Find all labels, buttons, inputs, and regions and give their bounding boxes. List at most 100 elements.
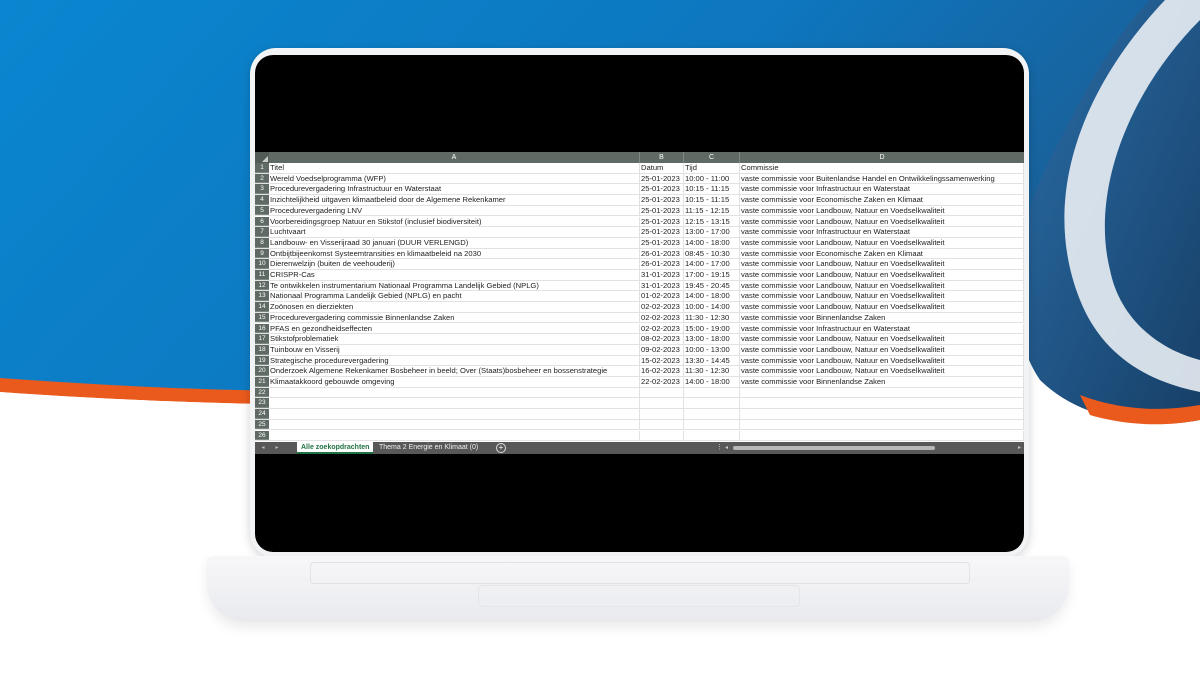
cell-commissie[interactable]: vaste commissie voor Landbouw, Natuur en…	[740, 280, 1024, 291]
tab-next-icon[interactable]: ▸	[271, 442, 283, 454]
column-header-a[interactable]: A	[269, 152, 640, 163]
cell-tijd[interactable]: 14:00 - 18:00	[684, 237, 740, 248]
cell-titel[interactable]: Tuinbouw en Visserij	[269, 344, 640, 355]
cell-datum[interactable]: 16-02-2023	[640, 366, 684, 376]
cell-tijd[interactable]: 10:15 - 11:15	[684, 184, 740, 195]
row-number[interactable]: 7	[255, 227, 269, 237]
cell-commissie[interactable]: vaste commissie voor Economische Zaken e…	[740, 195, 1024, 205]
row-number[interactable]: 9	[255, 248, 269, 259]
cell-commissie[interactable]: vaste commissie voor Landbouw, Natuur en…	[740, 366, 1024, 376]
cell-tijd[interactable]	[684, 430, 740, 441]
cell-datum[interactable]: Datum	[640, 163, 684, 173]
row-number[interactable]: 12	[255, 280, 269, 291]
row-number[interactable]: 20	[255, 366, 269, 376]
cell-datum[interactable]	[640, 430, 684, 441]
row-number[interactable]: 10	[255, 259, 269, 269]
cell-titel[interactable]: Zoönosen en dierziekten	[269, 302, 640, 312]
cell-titel[interactable]: Stikstofproblematiek	[269, 334, 640, 344]
cell-titel[interactable]: Luchtvaart	[269, 227, 640, 237]
cell-titel[interactable]	[269, 398, 640, 409]
row-number[interactable]: 22	[255, 387, 269, 398]
cell-commissie[interactable]: vaste commissie voor Landbouw, Natuur en…	[740, 270, 1024, 280]
cell-commissie[interactable]	[740, 409, 1024, 419]
cell-datum[interactable]: 02-02-2023	[640, 312, 684, 323]
horizontal-scrollbar-thumb[interactable]	[733, 446, 935, 450]
cell-commissie[interactable]: vaste commissie voor Landbouw, Natuur en…	[740, 291, 1024, 302]
cell-datum[interactable]: 25-01-2023	[640, 184, 684, 195]
cell-tijd[interactable]: 13:00 - 17:00	[684, 227, 740, 237]
cell-titel[interactable]: Te ontwikkelen instrumentarium Nationaal…	[269, 280, 640, 291]
row-number[interactable]: 6	[255, 216, 269, 227]
row-number[interactable]: 23	[255, 398, 269, 409]
cell-commissie[interactable]: vaste commissie voor Binnenlandse Zaken	[740, 377, 1024, 387]
cell-datum[interactable]: 26-01-2023	[640, 259, 684, 269]
row-number[interactable]: 16	[255, 323, 269, 334]
cell-titel[interactable]: Klimaatakkoord gebouwde omgeving	[269, 377, 640, 387]
cell-datum[interactable]: 26-01-2023	[640, 248, 684, 259]
cell-commissie[interactable]: vaste commissie voor Infrastructuur en W…	[740, 323, 1024, 334]
cell-tijd[interactable]	[684, 398, 740, 409]
cell-datum[interactable]: 08-02-2023	[640, 334, 684, 344]
cell-commissie[interactable]: vaste commissie voor Landbouw, Natuur en…	[740, 302, 1024, 312]
cell-datum[interactable]: 15-02-2023	[640, 355, 684, 366]
cell-commissie[interactable]	[740, 419, 1024, 430]
row-number[interactable]: 15	[255, 312, 269, 323]
cell-tijd[interactable]: 17:00 - 19:15	[684, 270, 740, 280]
tab-alle-zoekopdrachten[interactable]: Alle zoekopdrachten	[297, 442, 374, 454]
cell-titel[interactable]: Landbouw- en Visserijraad 30 januari (DU…	[269, 237, 640, 248]
cell-datum[interactable]: 09-02-2023	[640, 344, 684, 355]
column-header-d[interactable]: D	[740, 152, 1024, 163]
cell-tijd[interactable]: 10:15 - 11:15	[684, 195, 740, 205]
cell-commissie[interactable]: vaste commissie voor Landbouw, Natuur en…	[740, 216, 1024, 227]
select-all-corner[interactable]	[255, 152, 269, 163]
cell-tijd[interactable]: 11:15 - 12:15	[684, 205, 740, 216]
column-header-b[interactable]: B	[640, 152, 684, 163]
column-header-c[interactable]: C	[684, 152, 740, 163]
cell-datum[interactable]: 02-02-2023	[640, 323, 684, 334]
cell-datum[interactable]: 25-01-2023	[640, 216, 684, 227]
cell-tijd[interactable]: 10:00 - 11:00	[684, 173, 740, 184]
cell-titel[interactable]	[269, 419, 640, 430]
cell-datum[interactable]: 25-01-2023	[640, 237, 684, 248]
cell-titel[interactable]: PFAS en gezondheidseffecten	[269, 323, 640, 334]
row-number[interactable]: 17	[255, 334, 269, 344]
cell-datum[interactable]: 02-02-2023	[640, 302, 684, 312]
cell-tijd[interactable]: 19:45 - 20:45	[684, 280, 740, 291]
cell-titel[interactable]: Strategische procedurevergadering	[269, 355, 640, 366]
scroll-right-icon[interactable]: ▸	[1018, 442, 1021, 454]
cell-commissie[interactable]: Commissie	[740, 163, 1024, 173]
cell-tijd[interactable]: 11:30 - 12:30	[684, 312, 740, 323]
cell-datum[interactable]	[640, 387, 684, 398]
cell-tijd[interactable]	[684, 409, 740, 419]
cell-titel[interactable]: CRISPR-Cas	[269, 270, 640, 280]
row-number[interactable]: 8	[255, 237, 269, 248]
cell-titel[interactable]: Onderzoek Algemene Rekenkamer Bosbeheer …	[269, 366, 640, 376]
cell-tijd[interactable]: 08:45 - 10:30	[684, 248, 740, 259]
cell-datum[interactable]: 01-02-2023	[640, 291, 684, 302]
cell-tijd[interactable]: 12:15 - 13:15	[684, 216, 740, 227]
cell-datum[interactable]: 25-01-2023	[640, 227, 684, 237]
cell-commissie[interactable]: vaste commissie voor Landbouw, Natuur en…	[740, 344, 1024, 355]
cell-commissie[interactable]	[740, 398, 1024, 409]
cell-tijd[interactable]: 13:00 - 18:00	[684, 334, 740, 344]
row-number[interactable]: 4	[255, 195, 269, 205]
cell-datum[interactable]	[640, 419, 684, 430]
row-number[interactable]: 13	[255, 291, 269, 302]
row-number[interactable]: 24	[255, 409, 269, 419]
cell-commissie[interactable]: vaste commissie voor Landbouw, Natuur en…	[740, 237, 1024, 248]
tab-thema-2-energie-en-klimaat[interactable]: Thema 2 Energie en Klimaat (0)	[375, 442, 482, 454]
cell-commissie[interactable]: vaste commissie voor Landbouw, Natuur en…	[740, 205, 1024, 216]
cell-datum[interactable]: 25-01-2023	[640, 173, 684, 184]
cell-titel[interactable]: Procedurevergadering LNV	[269, 205, 640, 216]
cell-tijd[interactable]: 15:00 - 19:00	[684, 323, 740, 334]
cell-datum[interactable]: 22-02-2023	[640, 377, 684, 387]
cell-tijd[interactable]: Tijd	[684, 163, 740, 173]
cell-commissie[interactable]: vaste commissie voor Binnenlandse Zaken	[740, 312, 1024, 323]
row-number[interactable]: 5	[255, 205, 269, 216]
cell-tijd[interactable]: 10:00 - 14:00	[684, 302, 740, 312]
row-number[interactable]: 2	[255, 173, 269, 184]
cell-titel[interactable]: Inzichtelijkheid uitgaven klimaatbeleid …	[269, 195, 640, 205]
cell-commissie[interactable]	[740, 430, 1024, 441]
row-number[interactable]: 18	[255, 344, 269, 355]
cell-datum[interactable]	[640, 409, 684, 419]
